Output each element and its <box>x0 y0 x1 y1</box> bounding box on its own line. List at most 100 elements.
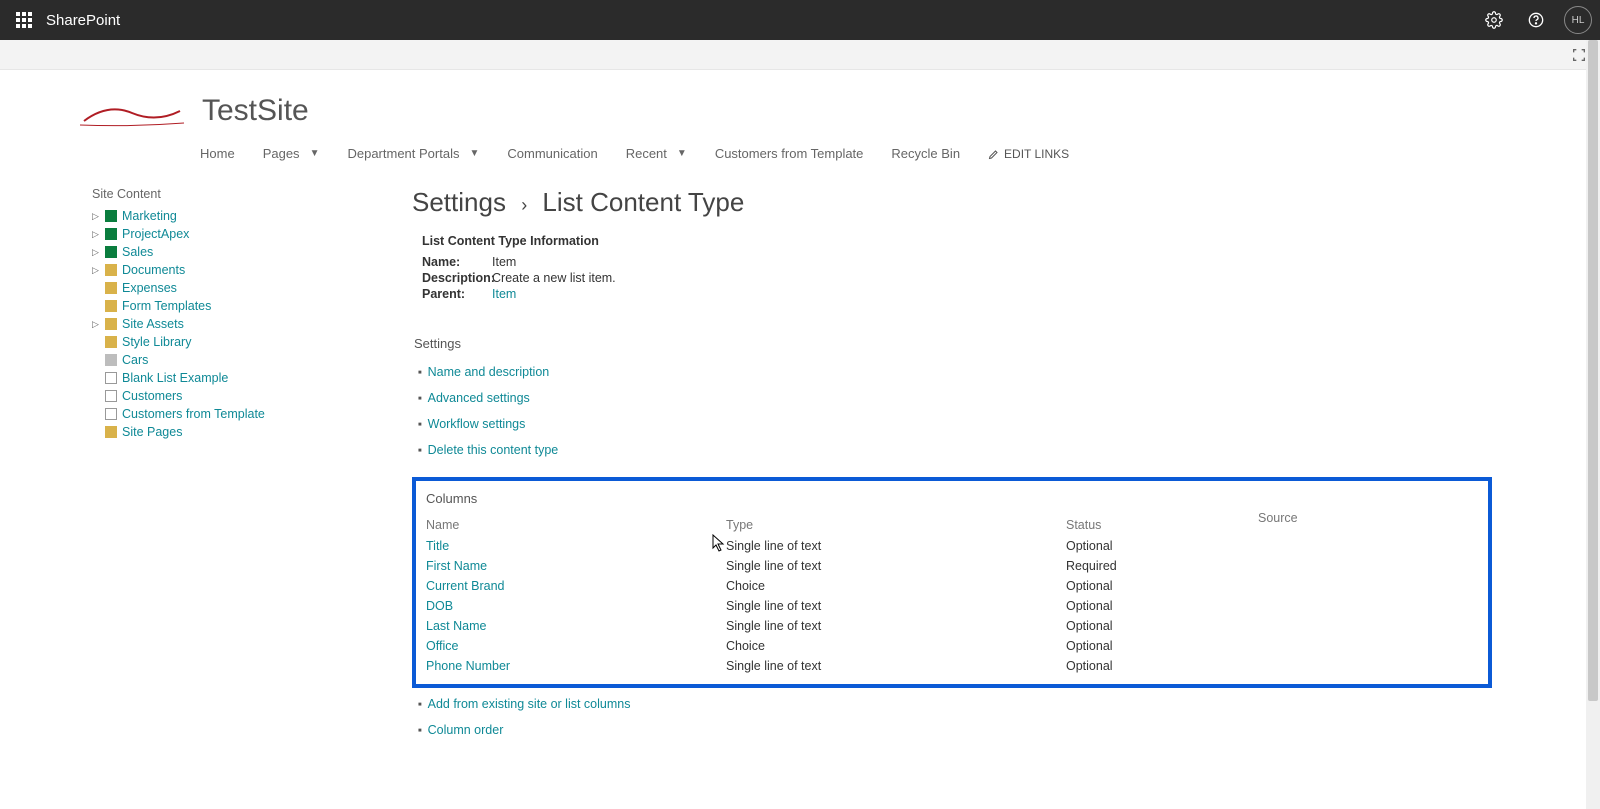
yellow-icon <box>104 299 118 313</box>
table-row: First NameSingle line of textRequired <box>426 556 1478 576</box>
green-icon <box>104 245 118 259</box>
breadcrumb: Settings › List Content Type <box>412 187 1492 218</box>
user-avatar[interactable]: HL <box>1564 6 1592 34</box>
parent-link[interactable]: Item <box>492 287 516 301</box>
nav-item-4[interactable]: Recent <box>626 146 667 161</box>
column-status: Optional <box>1066 536 1478 556</box>
tree-item-5[interactable]: Form Templates <box>92 297 352 315</box>
tree-link[interactable]: Blank List Example <box>122 371 228 385</box>
suite-bar: SharePoint HL <box>0 0 1600 40</box>
box-icon <box>104 371 118 385</box>
sidebar-tree: ▷ Marketing ▷ ProjectApex ▷ Sales ▷ Documents Ex… <box>92 207 352 441</box>
column-link-1[interactable]: First Name <box>426 559 487 573</box>
tree-link[interactable]: Cars <box>122 353 148 367</box>
box-icon <box>104 389 118 403</box>
nav-item-5[interactable]: Customers from Template <box>715 146 864 161</box>
cursor-icon <box>712 534 726 555</box>
col-head-source: Source <box>1258 511 1298 525</box>
content-area: Settings › List Content Type List Conten… <box>412 187 1492 743</box>
column-type: Single line of text <box>726 596 1066 616</box>
tree-link[interactable]: ProjectApex <box>122 227 189 241</box>
settings-link-item: Advanced settings <box>418 385 1492 411</box>
columns-footer-link-1[interactable]: Column order <box>428 723 504 737</box>
site-logo[interactable] <box>78 94 186 136</box>
columns-footer-link-0[interactable]: Add from existing site or list columns <box>428 697 631 711</box>
settings-icon[interactable] <box>1480 6 1508 34</box>
tree-link[interactable]: Marketing <box>122 209 177 223</box>
nav-caret-icon[interactable]: ▼ <box>310 148 320 159</box>
columns-highlight-box: Columns Name Type Status TitleSingle lin… <box>412 477 1492 688</box>
column-link-4[interactable]: Last Name <box>426 619 486 633</box>
nav-item-2[interactable]: Department Portals <box>347 146 459 161</box>
scrollbar[interactable] <box>1586 40 1600 809</box>
ribbon-strip <box>0 40 1600 70</box>
tree-item-9[interactable]: Blank List Example <box>92 369 352 387</box>
column-link-6[interactable]: Phone Number <box>426 659 510 673</box>
settings-link-0[interactable]: Name and description <box>428 365 550 379</box>
tree-item-1[interactable]: ▷ ProjectApex <box>92 225 352 243</box>
settings-links: Name and description Advanced settings Wor… <box>412 359 1492 463</box>
tree-link[interactable]: Form Templates <box>122 299 211 313</box>
sidebar: Site Content ▷Marketing▷ProjectApex▷Sale… <box>92 187 352 743</box>
table-row: Title Single line of textOptional <box>426 536 1478 556</box>
tree-link[interactable]: Sales <box>122 245 153 259</box>
info-heading: List Content Type Information <box>422 234 1492 248</box>
tree-item-4[interactable]: Expenses <box>92 279 352 297</box>
table-row: DOB Single line of textOptional <box>426 596 1478 616</box>
expand-icon[interactable]: ▷ <box>92 319 100 330</box>
nav-caret-icon[interactable]: ▼ <box>469 148 479 159</box>
nav-caret-icon[interactable]: ▼ <box>677 148 687 159</box>
column-status: Optional <box>1066 576 1478 596</box>
help-icon[interactable] <box>1522 6 1550 34</box>
tree-item-11[interactable]: Customers from Template <box>92 405 352 423</box>
product-name[interactable]: SharePoint <box>46 12 120 29</box>
site-title[interactable]: TestSite <box>202 94 309 128</box>
scrollbar-thumb[interactable] <box>1588 40 1598 701</box>
expand-icon[interactable]: ▷ <box>92 229 100 240</box>
table-row: OfficeChoiceOptional <box>426 636 1478 656</box>
tree-item-10[interactable]: Customers <box>92 387 352 405</box>
tree-link[interactable]: Customers <box>122 389 182 403</box>
tree-link[interactable]: Expenses <box>122 281 177 295</box>
tree-item-3[interactable]: ▷ Documents <box>92 261 352 279</box>
tree-link[interactable]: Site Pages <box>122 425 182 439</box>
column-status: Optional <box>1066 596 1478 616</box>
tree-item-2[interactable]: ▷ Sales <box>92 243 352 261</box>
edit-links[interactable]: EDIT LINKS <box>988 147 1069 161</box>
settings-link-2[interactable]: Workflow settings <box>428 417 526 431</box>
tree-link[interactable]: Customers from Template <box>122 407 265 421</box>
tree-link[interactable]: Site Assets <box>122 317 184 331</box>
column-link-3[interactable]: DOB <box>426 599 453 613</box>
breadcrumb-root[interactable]: Settings <box>412 187 506 217</box>
yellow-icon <box>104 281 118 295</box>
settings-link-1[interactable]: Advanced settings <box>428 391 530 405</box>
info-section: List Content Type Information Name:Item … <box>412 234 1492 302</box>
nav-item-3[interactable]: Communication <box>507 146 597 161</box>
nav-item-6[interactable]: Recycle Bin <box>891 146 960 161</box>
nav-item-1[interactable]: Pages <box>263 146 300 161</box>
column-link-0[interactable]: Title <box>426 539 449 553</box>
column-link-5[interactable]: Office <box>426 639 458 653</box>
columns-footer-item: Column order <box>418 717 1492 743</box>
tree-item-7[interactable]: Style Library <box>92 333 352 351</box>
green-icon <box>104 209 118 223</box>
columns-footer-links: Add from existing site or list columns Co… <box>412 691 1492 743</box>
tree-item-8[interactable]: Cars <box>92 351 352 369</box>
tree-item-12[interactable]: Site Pages <box>92 423 352 441</box>
expand-icon[interactable]: ▷ <box>92 247 100 258</box>
user-initials: HL <box>1572 15 1585 26</box>
column-link-2[interactable]: Current Brand <box>426 579 505 593</box>
column-type: Choice <box>726 636 1066 656</box>
tree-link[interactable]: Style Library <box>122 335 191 349</box>
tree-item-6[interactable]: ▷ Site Assets <box>92 315 352 333</box>
nav-item-0[interactable]: Home <box>200 146 235 161</box>
expand-icon[interactable]: ▷ <box>92 265 100 276</box>
tree-link[interactable]: Documents <box>122 263 185 277</box>
tree-item-0[interactable]: ▷ Marketing <box>92 207 352 225</box>
settings-link-3[interactable]: Delete this content type <box>428 443 559 457</box>
column-type: Single line of text <box>726 536 1066 556</box>
expand-icon[interactable]: ▷ <box>92 211 100 222</box>
settings-link-item: Delete this content type <box>418 437 1492 463</box>
columns-table: Name Type Status TitleSingle line of tex… <box>426 514 1478 676</box>
app-launcher-icon[interactable] <box>8 4 40 36</box>
